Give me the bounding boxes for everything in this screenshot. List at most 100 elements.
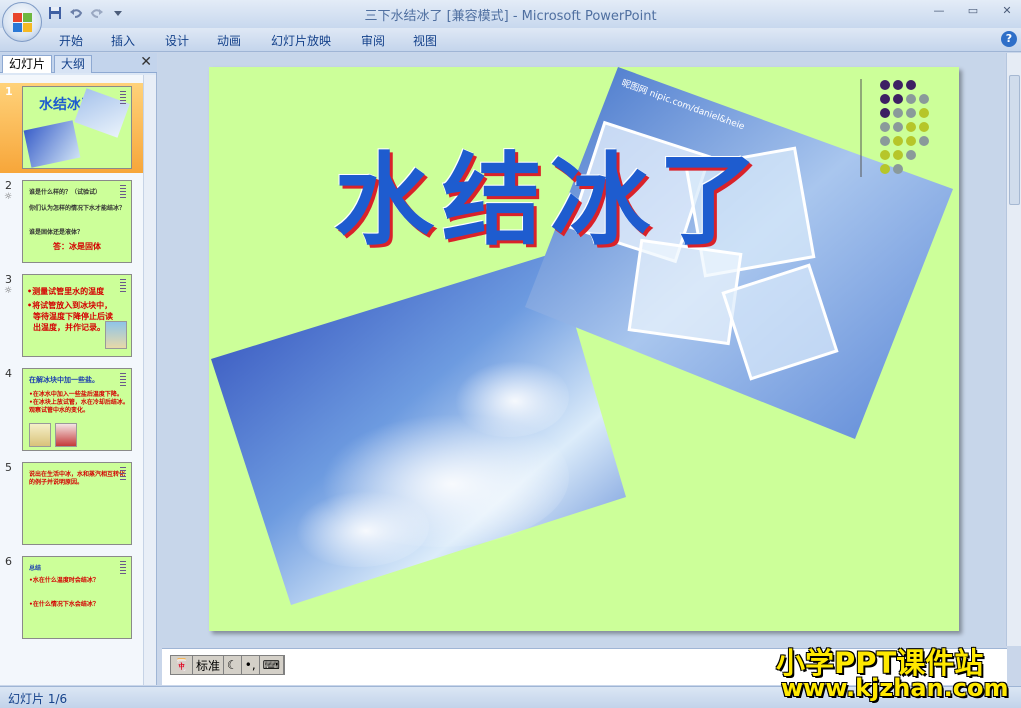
- thumb-line: 你们认为怎样的情况下水才能结冰？: [29, 205, 126, 212]
- slide-scrollbar[interactable]: [1006, 53, 1021, 646]
- thumb-line: 在解冰块中加一些盐。: [29, 376, 99, 384]
- tab-design[interactable]: 设计: [165, 32, 189, 49]
- thumb-line: 说出在生活中冰，水和蒸汽相互转化: [29, 471, 126, 478]
- thumb-image-ice: [23, 120, 81, 168]
- thumb-decoration: [120, 373, 126, 387]
- decorative-dot: [893, 80, 903, 90]
- decorative-dot: [906, 80, 916, 90]
- slide-thumbnail-list: 1 水结冰了 2 ☼ 谁是什么样的？（试验试） 你们认为怎样的情况下水才能结冰？…: [0, 75, 143, 685]
- thumb-line: 总结: [29, 565, 42, 572]
- slide-number: 1: [5, 85, 13, 98]
- ime-punctuation-icon[interactable]: •,: [242, 656, 260, 674]
- decorative-dot-grid: [860, 79, 929, 177]
- ime-logo-icon[interactable]: 🀄: [171, 656, 193, 674]
- thumb-line: 观察试管中水的变化。: [29, 407, 90, 414]
- thumb-decoration: [120, 185, 126, 199]
- thumb-line: •在冰块上放试管，水在冷却后结冰。: [29, 399, 129, 406]
- decorative-dot: [919, 136, 929, 146]
- window-title: 三下水结冰了 [兼容模式] - Microsoft PowerPoint: [364, 9, 657, 24]
- decorative-dot: [919, 122, 929, 132]
- decorative-dot: [880, 94, 890, 104]
- thumb-line: 答：冰是固体: [53, 242, 101, 251]
- slide-counter: 幻灯片 1/6: [8, 692, 68, 706]
- thumb-line: 等待温度下降停止后读: [33, 312, 113, 321]
- decorative-dot: [906, 94, 916, 104]
- thumbnail-scrollbar[interactable]: [143, 75, 156, 685]
- decorative-dot: [906, 122, 916, 132]
- thumb-decoration: [120, 561, 126, 575]
- decorative-dot: [893, 108, 903, 118]
- slide-number: 4: [5, 367, 12, 380]
- decorative-dot: [919, 108, 929, 118]
- decorative-dot: [880, 136, 890, 146]
- thumb-line: 谁是什么样的？（试验试）: [29, 189, 102, 196]
- decorative-dot: [906, 108, 916, 118]
- slide-thumbnail-5[interactable]: 5 说出在生活中冰，水和蒸汽相互转化 的例子并说明原因。: [0, 459, 143, 549]
- decorative-dot: [893, 94, 903, 104]
- office-button[interactable]: [2, 2, 42, 42]
- thumb-line: •在什么情况下水会结冰？: [29, 601, 99, 608]
- decorative-dot: [919, 94, 929, 104]
- slide-number: 3: [5, 273, 12, 286]
- slide-canvas[interactable]: 昵图网 nipic.com/daniel&heie 水结冰了: [209, 67, 959, 631]
- thumb-image-beaker: [105, 321, 127, 349]
- decorative-dot: [906, 136, 916, 146]
- thumb-line: 出温度，并作记录。: [33, 323, 105, 332]
- slide-thumbnail-1[interactable]: 1 水结冰了: [0, 83, 143, 173]
- slide-preview: •测量试管里水的温度 •将试管放入到冰块中， 等待温度下降停止后读 出温度，并作…: [22, 274, 132, 357]
- title-bar: 三下水结冰了 [兼容模式] - Microsoft PowerPoint — ▭…: [0, 0, 1021, 42]
- thumb-line: 谁是固体还是液体？: [29, 229, 84, 236]
- thumb-line: •将试管放入到冰块中，: [27, 301, 113, 310]
- scrollbar-thumb[interactable]: [1009, 75, 1020, 205]
- decorative-dot: [893, 150, 903, 160]
- tab-view[interactable]: 视图: [413, 32, 437, 49]
- animation-icon: ☼: [4, 192, 13, 202]
- tab-review[interactable]: 审阅: [361, 32, 385, 49]
- close-pane-icon[interactable]: ✕: [140, 54, 152, 70]
- slides-pane: 幻灯片 大纲 ✕ 1 水结冰了 2 ☼ 谁是什么样的？（试验试） 你们认为怎样的…: [0, 53, 157, 685]
- minimize-button[interactable]: —: [931, 4, 947, 18]
- slide-preview: 说出在生活中冰，水和蒸汽相互转化 的例子并说明原因。: [22, 462, 132, 545]
- slide-number: 5: [5, 461, 12, 474]
- decorative-dot: [893, 164, 903, 174]
- slide-number: 2: [5, 179, 12, 192]
- tab-slideshow[interactable]: 幻灯片放映: [271, 32, 331, 49]
- office-logo-icon: [13, 13, 33, 33]
- thumb-line: •测量试管里水的温度: [27, 287, 105, 296]
- restore-button[interactable]: ▭: [965, 4, 981, 18]
- thumb-decoration: [120, 279, 126, 293]
- slide-preview: 总结 •水在什么温度时会结冰？ •在什么情况下水会结冰？: [22, 556, 132, 639]
- decorative-dot: [880, 80, 890, 90]
- decorative-dot: [880, 122, 890, 132]
- ime-halfwidth-icon[interactable]: ☾: [224, 656, 242, 674]
- slide-number: 6: [5, 555, 12, 568]
- thumb-line: 的例子并说明原因。: [29, 479, 84, 486]
- slide-title[interactable]: 水结冰了: [334, 119, 766, 264]
- decorative-dot: [880, 164, 890, 174]
- tab-slides[interactable]: 幻灯片: [2, 55, 53, 73]
- thumb-line: •在冰水中加入一些盐后温度下降。: [29, 391, 123, 398]
- slide-thumbnail-2[interactable]: 2 ☼ 谁是什么样的？（试验试） 你们认为怎样的情况下水才能结冰？ 谁是固体还是…: [0, 177, 143, 267]
- slide-thumbnail-6[interactable]: 6 总结 •水在什么温度时会结冰？ •在什么情况下水会结冰？: [0, 553, 143, 643]
- slide-thumbnail-3[interactable]: 3 ☼ •测量试管里水的温度 •将试管放入到冰块中， 等待温度下降停止后读 出温…: [0, 271, 143, 361]
- close-button[interactable]: ✕: [999, 4, 1015, 18]
- ime-toolbar: 🀄 标准 ☾ •, ⌨: [170, 655, 285, 675]
- thumb-decoration: [120, 91, 126, 105]
- site-watermark-url: www.kjzhan.com: [781, 674, 1009, 702]
- decorative-dot: [880, 150, 890, 160]
- ime-keyboard-icon[interactable]: ⌨: [260, 656, 284, 674]
- tab-home[interactable]: 开始: [59, 32, 83, 49]
- decorative-dot: [880, 108, 890, 118]
- tab-animations[interactable]: 动画: [217, 32, 241, 49]
- window-controls: — ▭ ✕: [931, 4, 1015, 18]
- decorative-dot: [893, 136, 903, 146]
- animation-icon: ☼: [4, 286, 13, 296]
- thumb-decoration: [120, 467, 126, 481]
- ime-mode[interactable]: 标准: [193, 656, 224, 674]
- slide-thumbnail-4[interactable]: 4 在解冰块中加一些盐。 •在冰水中加入一些盐后温度下降。 •在冰块上放试管，水…: [0, 365, 143, 455]
- tab-insert[interactable]: 插入: [111, 32, 135, 49]
- thumb-image-salt: [29, 423, 51, 447]
- thumb-line: •水在什么温度时会结冰？: [29, 577, 99, 584]
- tab-outline[interactable]: 大纲: [54, 55, 93, 73]
- help-icon[interactable]: ?: [1001, 31, 1017, 47]
